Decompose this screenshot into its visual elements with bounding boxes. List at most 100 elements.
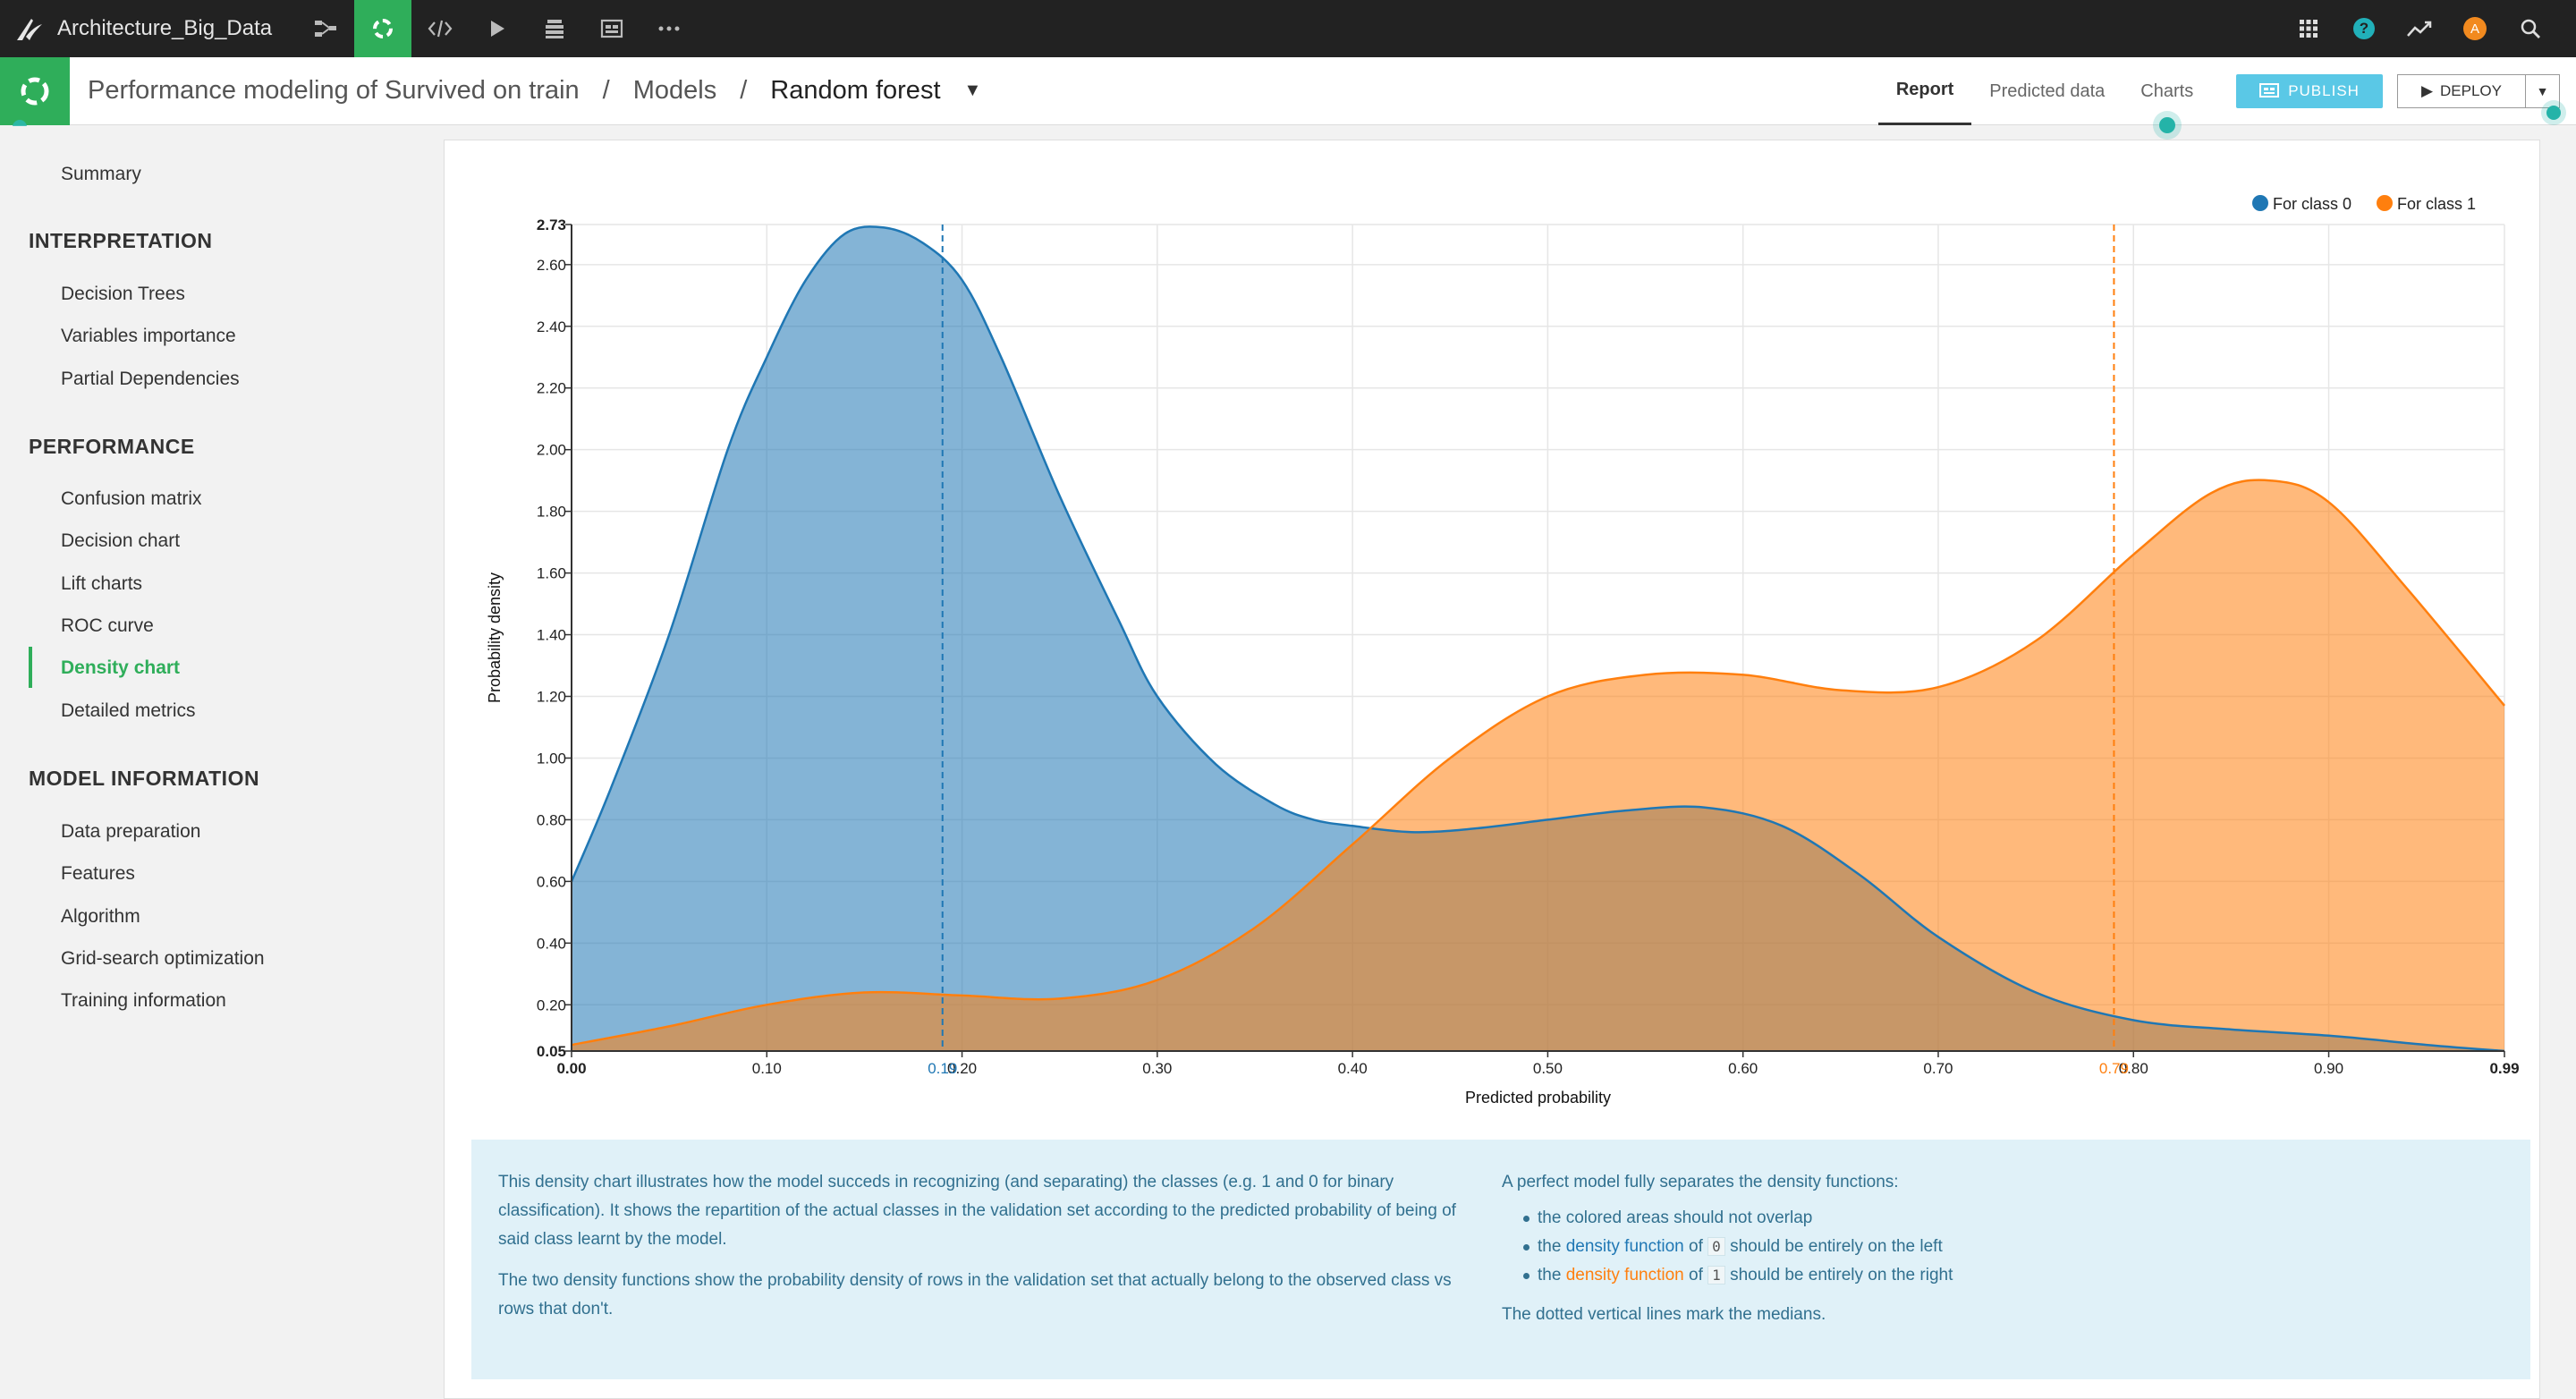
class1-code: 1 bbox=[1707, 1266, 1725, 1285]
breadcrumb-current-model: Random forest bbox=[770, 76, 941, 105]
apps-grid-icon[interactable] bbox=[2281, 0, 2336, 57]
sidebar-item-density-chart[interactable]: Density chart bbox=[61, 657, 180, 679]
sidebar-item-grid-search-optimization[interactable]: Grid-search optimization bbox=[61, 948, 265, 970]
sidebar-section-performance: PERFORMANCE bbox=[29, 435, 195, 458]
y-tick-label: 1.40 bbox=[537, 627, 566, 644]
median-footnote: The dotted vertical lines mark the media… bbox=[1502, 1305, 1826, 1324]
density-chart-explanation: This density chart illustrates how the m… bbox=[471, 1140, 2530, 1379]
analysis-icon[interactable] bbox=[354, 0, 412, 57]
publish-button[interactable]: PUBLISH bbox=[2236, 74, 2383, 108]
sidebar-item-partial-dependencies[interactable]: Partial Dependencies bbox=[61, 369, 240, 390]
sidebar-item-lift-charts[interactable]: Lift charts bbox=[61, 573, 142, 595]
sidebar-section-interpretation: INTERPRETATION bbox=[29, 229, 213, 252]
sidebar-section-model-information: MODEL INFORMATION bbox=[29, 767, 260, 790]
x-tick-label: 0.90 bbox=[2314, 1060, 2343, 1077]
sidebar-item-roc-curve[interactable]: ROC curve bbox=[61, 615, 154, 637]
deploy-label: DEPLOY bbox=[2440, 82, 2502, 99]
breadcrumb-separator: / bbox=[602, 76, 610, 105]
criterion-text: the bbox=[1538, 1266, 1562, 1285]
class0-code: 0 bbox=[1707, 1237, 1725, 1256]
sidebar-item-data-preparation[interactable]: Data preparation bbox=[61, 821, 200, 843]
explanation-paragraph-2: The two density functions show the proba… bbox=[498, 1271, 1452, 1318]
criterion-text: of bbox=[1689, 1237, 1703, 1256]
tab-charts[interactable]: Charts bbox=[2123, 57, 2211, 133]
y-tick-label: 2.00 bbox=[537, 442, 566, 459]
x-tick-label: 0.70 bbox=[1923, 1060, 1953, 1077]
activity-trend-icon[interactable] bbox=[2392, 0, 2447, 57]
deploy-dropdown-button[interactable]: ▼ bbox=[2526, 74, 2561, 120]
flow-icon[interactable] bbox=[297, 0, 354, 57]
dashboard-publish-icon bbox=[2259, 83, 2280, 98]
sidebar-item-variables-importance[interactable]: Variables importance bbox=[61, 326, 236, 347]
breadcrumb-analysis-link[interactable]: Performance modeling of Survived on trai… bbox=[88, 76, 580, 106]
x-tick-label: 0.99 bbox=[2489, 1060, 2519, 1077]
run-icon[interactable] bbox=[469, 0, 526, 57]
model-analysis-icon[interactable] bbox=[0, 56, 70, 134]
sidebar-item-algorithm[interactable]: Algorithm bbox=[61, 906, 140, 928]
user-avatar[interactable]: A bbox=[2447, 0, 2503, 57]
y-tick-label: 1.60 bbox=[537, 565, 566, 582]
breadcrumb-separator: / bbox=[740, 76, 748, 105]
sidebar-item-decision-trees[interactable]: Decision Trees bbox=[61, 284, 185, 305]
search-icon[interactable] bbox=[2503, 0, 2558, 57]
criterion-text: should be entirely on the left bbox=[1730, 1237, 1943, 1256]
class1-density-term: density function bbox=[1565, 1266, 1684, 1285]
model-dropdown-caret-icon[interactable]: ▼ bbox=[964, 81, 982, 101]
deploy-button[interactable]: ▶ DEPLOY bbox=[2396, 74, 2526, 108]
code-icon[interactable] bbox=[411, 0, 469, 57]
y-tick-label: 0.05 bbox=[537, 1043, 566, 1060]
y-tick-label: 1.80 bbox=[537, 504, 566, 521]
tab-report[interactable]: Report bbox=[1877, 57, 1972, 125]
sidebar-item-training-information[interactable]: Training information bbox=[61, 990, 226, 1012]
perfect-model-criteria: the colored areas should not overlap the… bbox=[1502, 1204, 2486, 1290]
report-tabs: Report Predicted data Charts PUBLISH ▶ D… bbox=[1877, 57, 2576, 133]
criterion-class0-left: the density function of 0 should be enti… bbox=[1502, 1233, 2486, 1261]
y-tick-label: 2.60 bbox=[537, 257, 566, 274]
project-name[interactable]: Architecture_Big_Data bbox=[57, 16, 272, 41]
dashboard-icon[interactable] bbox=[583, 0, 640, 57]
class0-median-label: 0.19 bbox=[928, 1060, 957, 1077]
criterion-text: the bbox=[1538, 1237, 1562, 1256]
dataiku-logo-icon[interactable] bbox=[0, 0, 57, 57]
sidebar-item-features[interactable]: Features bbox=[61, 863, 135, 885]
tutorial-hint-dot[interactable] bbox=[2158, 117, 2175, 133]
x-tick-label: 0.30 bbox=[1142, 1060, 1172, 1077]
class1-median-label: 0.79 bbox=[2099, 1060, 2129, 1077]
criterion-class1-right: the density function of 1 should be enti… bbox=[1502, 1261, 2486, 1290]
y-tick-label: 1.20 bbox=[537, 689, 566, 706]
sidebar-active-indicator bbox=[29, 647, 32, 688]
y-tick-label: 2.73 bbox=[537, 216, 566, 233]
density-chart[interactable]: 0.05 0.20 0.40 0.60 0.80 1.00 1.20 1.40 1.60 1.80… bbox=[445, 140, 2541, 1133]
x-tick-label: 0.60 bbox=[1728, 1060, 1758, 1077]
legend-class1-swatch[interactable] bbox=[2377, 195, 2393, 211]
x-tick-label: 0.10 bbox=[752, 1060, 782, 1077]
y-tick-label: 2.20 bbox=[537, 380, 566, 397]
breadcrumb: Performance modeling of Survived on trai… bbox=[70, 76, 981, 106]
sidebar-item-summary[interactable]: Summary bbox=[61, 164, 141, 185]
y-tick-label: 0.60 bbox=[537, 873, 566, 890]
y-tick-label: 0.20 bbox=[537, 996, 566, 1013]
sidebar-item-decision-chart[interactable]: Decision chart bbox=[61, 530, 180, 552]
chart-legend: For class 0 For class 1 bbox=[2252, 195, 2476, 213]
criterion-no-overlap: the colored areas should not overlap bbox=[1502, 1204, 2486, 1233]
play-icon: ▶ bbox=[2420, 82, 2434, 99]
legend-class0-label[interactable]: For class 0 bbox=[2273, 195, 2351, 213]
breadcrumb-models-link[interactable]: Models bbox=[633, 76, 717, 106]
help-icon[interactable]: ? bbox=[2336, 0, 2392, 57]
x-tick-label: 0.00 bbox=[556, 1060, 586, 1077]
criterion-text: of bbox=[1689, 1266, 1703, 1285]
sidebar-item-confusion-matrix[interactable]: Confusion matrix bbox=[61, 488, 202, 510]
tutorial-hint-dot[interactable] bbox=[2546, 106, 2561, 120]
sidebar-item-detailed-metrics[interactable]: Detailed metrics bbox=[61, 700, 196, 722]
datasets-stack-icon[interactable] bbox=[526, 0, 583, 57]
legend-class0-swatch[interactable] bbox=[2252, 195, 2268, 211]
x-tick-label: 0.50 bbox=[1533, 1060, 1563, 1077]
perfect-model-title: A perfect model fully separates the dens… bbox=[1502, 1173, 1899, 1191]
more-icon[interactable] bbox=[640, 0, 698, 57]
report-sidebar: Summary INTERPRETATION Decision Trees Va… bbox=[0, 126, 444, 1399]
x-tick-label: 0.40 bbox=[1338, 1060, 1368, 1077]
tab-predicted-data[interactable]: Predicted data bbox=[1971, 57, 2123, 125]
legend-class1-label[interactable]: For class 1 bbox=[2397, 195, 2476, 213]
publish-label: PUBLISH bbox=[2288, 82, 2360, 99]
density-chart-panel: 0.05 0.20 0.40 0.60 0.80 1.00 1.20 1.40 1.60 1.80… bbox=[444, 140, 2540, 1399]
